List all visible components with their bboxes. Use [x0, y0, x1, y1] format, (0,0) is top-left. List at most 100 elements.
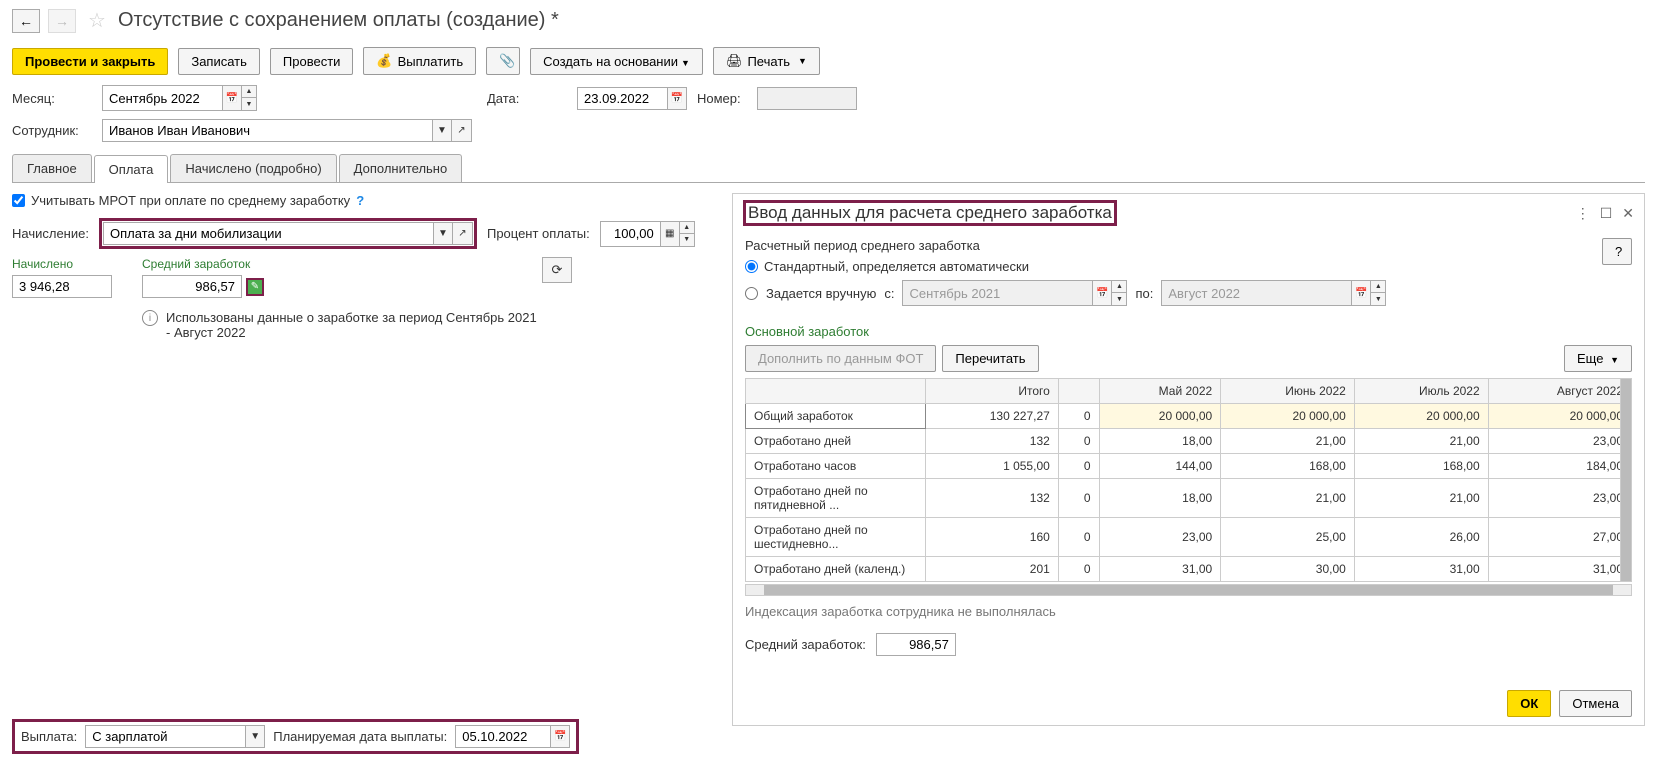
radio-auto[interactable]	[745, 260, 758, 273]
print-button[interactable]: 🖨Печать▼	[713, 47, 820, 75]
hscroll[interactable]	[745, 584, 1632, 596]
table-header[interactable]: Итого	[926, 379, 1059, 404]
from-label: с:	[884, 286, 894, 301]
conduct-close-button[interactable]: Провести и закрыть	[12, 48, 168, 75]
tab-main[interactable]: Главное	[12, 154, 92, 182]
date-label: Дата:	[487, 91, 567, 106]
table-header[interactable]	[1058, 379, 1099, 404]
percent-label: Процент оплаты:	[487, 226, 590, 241]
spin-up[interactable]: ▲	[242, 86, 256, 98]
from-input	[902, 280, 1092, 306]
calendar-icon: 📅	[1351, 280, 1371, 306]
refresh-button[interactable]: ⟳	[542, 257, 572, 283]
table-header[interactable]: Июнь 2022	[1221, 379, 1355, 404]
dropdown-icon[interactable]: ▼	[245, 725, 265, 748]
percent-input[interactable]	[600, 221, 660, 247]
cancel-button[interactable]: Отмена	[1559, 690, 1632, 717]
period-label: Расчетный период среднего заработка	[745, 238, 1602, 253]
date-input[interactable]	[577, 87, 667, 110]
table-row[interactable]: Отработано дней по шестидневно...160023,…	[746, 518, 1632, 557]
radio-manual[interactable]	[745, 287, 758, 300]
info-text: Использованы данные о заработке за перио…	[166, 310, 542, 340]
attach-button[interactable]: 📎	[486, 47, 520, 75]
tab-payment[interactable]: Оплата	[94, 155, 169, 183]
mrot-checkbox[interactable]	[12, 194, 25, 207]
vscroll-thumb[interactable]	[1621, 379, 1631, 581]
hscroll-thumb[interactable]	[764, 585, 1614, 595]
open-icon[interactable]: ↗	[453, 222, 473, 245]
help-button[interactable]: ?	[1602, 238, 1632, 265]
chevron-down-icon: ▼	[1610, 355, 1619, 365]
open-icon[interactable]: ↗	[452, 119, 472, 142]
calendar-icon[interactable]: 📅	[222, 85, 242, 111]
employee-input[interactable]	[102, 119, 432, 142]
calendar-icon[interactable]: 📅	[667, 87, 687, 110]
avg-earnings-label: Средний заработок:	[745, 637, 866, 652]
month-input[interactable]	[102, 85, 222, 111]
table-row[interactable]: Отработано дней (календ.)201031,0030,003…	[746, 557, 1632, 582]
dropdown-icon[interactable]: ▼	[433, 222, 453, 245]
fill-fot-button: Дополнить по данным ФОТ	[745, 345, 936, 372]
money-icon: 💰	[376, 53, 392, 69]
main-earnings-label: Основной заработок	[745, 324, 1632, 339]
avg-earnings-value[interactable]	[876, 633, 956, 656]
calendar-icon: 📅	[1092, 280, 1112, 306]
tab-accrued[interactable]: Начислено (подробно)	[170, 154, 336, 182]
table-header[interactable]: Август 2022	[1488, 379, 1631, 404]
table-row[interactable]: Отработано дней132018,0021,0021,0023,00	[746, 429, 1632, 454]
table-header[interactable]: Июль 2022	[1354, 379, 1488, 404]
help-icon[interactable]: ?	[356, 193, 364, 208]
planned-date-input[interactable]	[455, 725, 550, 748]
payout-input[interactable]	[85, 725, 245, 748]
avg-value[interactable]	[142, 275, 242, 298]
spin-down[interactable]: ▼	[242, 98, 256, 110]
to-label: по:	[1135, 286, 1153, 301]
back-button[interactable]: ←	[12, 9, 40, 33]
modal-title: Ввод данных для расчета среднего заработ…	[748, 203, 1112, 222]
tab-additional[interactable]: Дополнительно	[339, 154, 463, 182]
accrual-input[interactable]	[103, 222, 433, 245]
edit-avg-button[interactable]: ✎	[246, 278, 264, 296]
accrual-label: Начисление:	[12, 226, 89, 241]
radio-manual-label: Задается вручную	[766, 286, 876, 301]
pay-button[interactable]: 💰Выплатить	[363, 47, 476, 75]
save-button[interactable]: Записать	[178, 48, 260, 75]
printer-icon: 🖨	[726, 53, 743, 69]
accrued-value[interactable]	[12, 275, 112, 298]
forward-button[interactable]: →	[48, 9, 76, 33]
page-title: Отсутствие с сохранением оплаты (создани…	[118, 9, 559, 32]
chevron-down-icon: ▼	[798, 56, 807, 66]
radio-auto-label: Стандартный, определяется автоматически	[764, 259, 1029, 274]
more-icon[interactable]: ⋮	[1576, 205, 1590, 222]
create-based-button[interactable]: Создать на основании▼	[530, 48, 703, 75]
planned-date-label: Планируемая дата выплаты:	[273, 729, 447, 744]
more-button[interactable]: Еще ▼	[1564, 345, 1632, 372]
info-icon: i	[142, 310, 158, 326]
spin-up[interactable]: ▲	[680, 222, 694, 234]
number-label: Номер:	[697, 91, 747, 106]
table-header[interactable]: Май 2022	[1099, 379, 1221, 404]
ok-button[interactable]: ОК	[1507, 690, 1551, 717]
payout-label: Выплата:	[21, 729, 77, 744]
mrot-label: Учитывать МРОТ при оплате по среднему за…	[31, 193, 350, 208]
month-label: Месяц:	[12, 91, 92, 106]
spin-down[interactable]: ▼	[680, 234, 694, 246]
indexation-note: Индексация заработка сотрудника не выпол…	[745, 604, 1632, 619]
table-row[interactable]: Общий заработок130 227,27020 000,0020 00…	[746, 404, 1632, 429]
table-row[interactable]: Отработано часов1 055,000144,00168,00168…	[746, 454, 1632, 479]
conduct-button[interactable]: Провести	[270, 48, 354, 75]
dropdown-icon[interactable]: ▼	[432, 119, 452, 142]
reread-button[interactable]: Перечитать	[942, 345, 1038, 372]
table-header[interactable]	[746, 379, 926, 404]
number-input	[757, 87, 857, 110]
avg-label: Средний заработок	[142, 257, 264, 271]
table-row[interactable]: Отработано дней по пятидневной ...132018…	[746, 479, 1632, 518]
close-icon[interactable]: ✕	[1622, 205, 1634, 222]
to-input	[1161, 280, 1351, 306]
favorite-icon[interactable]: ☆	[88, 8, 106, 33]
calc-icon[interactable]: ▦	[660, 221, 680, 247]
calendar-icon[interactable]: 📅	[550, 725, 570, 748]
earnings-table[interactable]: Итого Май 2022Июнь 2022Июль 2022Август 20…	[745, 378, 1632, 582]
maximize-icon[interactable]: ☐	[1600, 205, 1613, 222]
accrued-label: Начислено	[12, 257, 112, 271]
